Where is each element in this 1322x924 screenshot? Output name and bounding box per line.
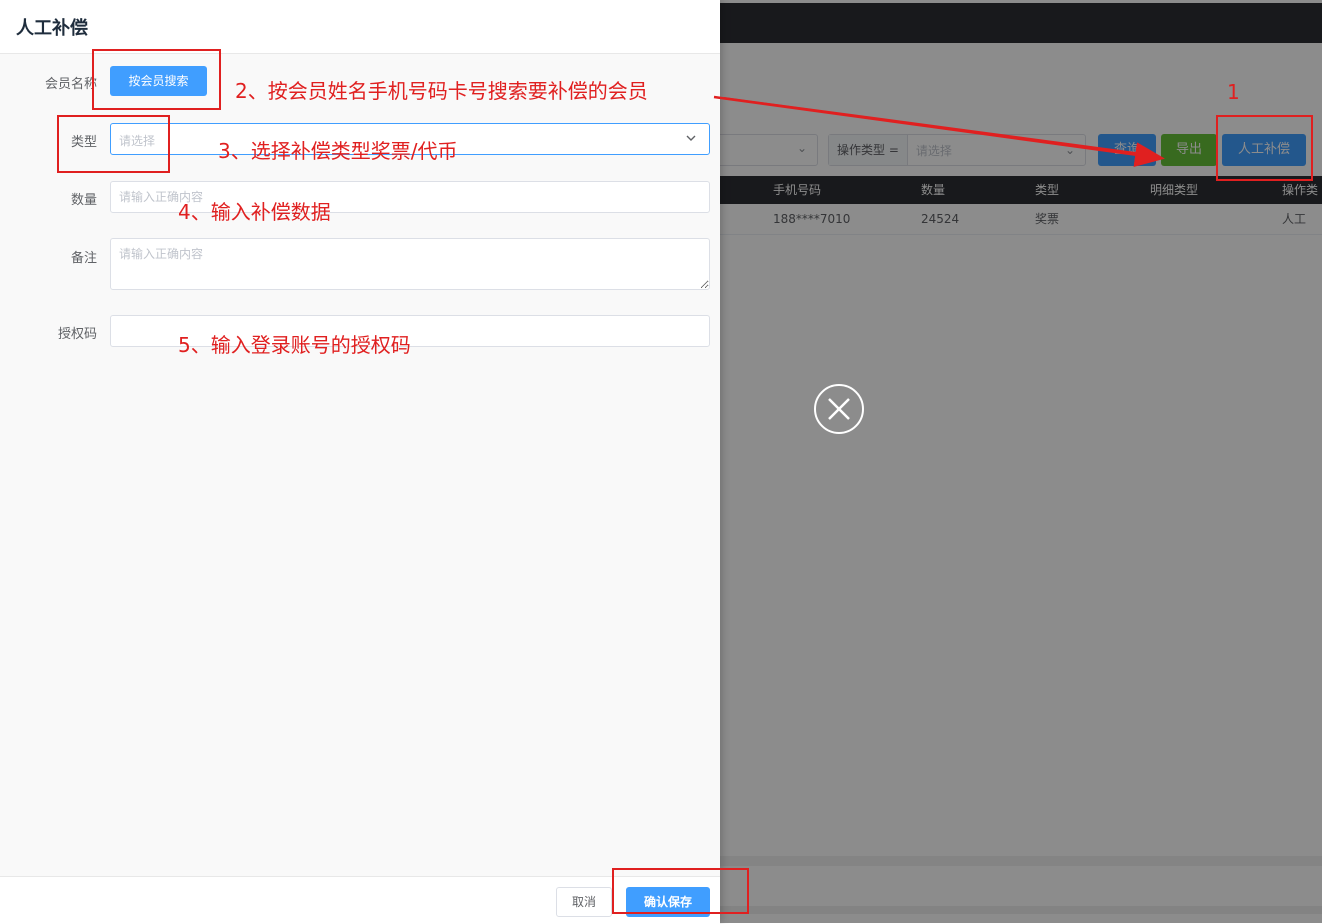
annotation-arrow	[713, 95, 1165, 167]
annotation-step-3: 3、选择补偿类型奖票/代币	[218, 139, 458, 163]
annotation-box-member	[92, 49, 221, 110]
annotation-box-manual-button	[1216, 115, 1313, 181]
annotation-step-2: 2、按会员姓名手机号码卡号搜索要补偿的会员	[235, 79, 648, 103]
annotation-box-type	[57, 115, 170, 173]
annotation-box-save	[612, 868, 749, 914]
annotation-step-5: 5、输入登录账号的授权码	[178, 333, 411, 357]
annotation-step-1: 1	[1227, 80, 1240, 104]
annotation-step-4: 4、输入补偿数据	[178, 200, 331, 224]
